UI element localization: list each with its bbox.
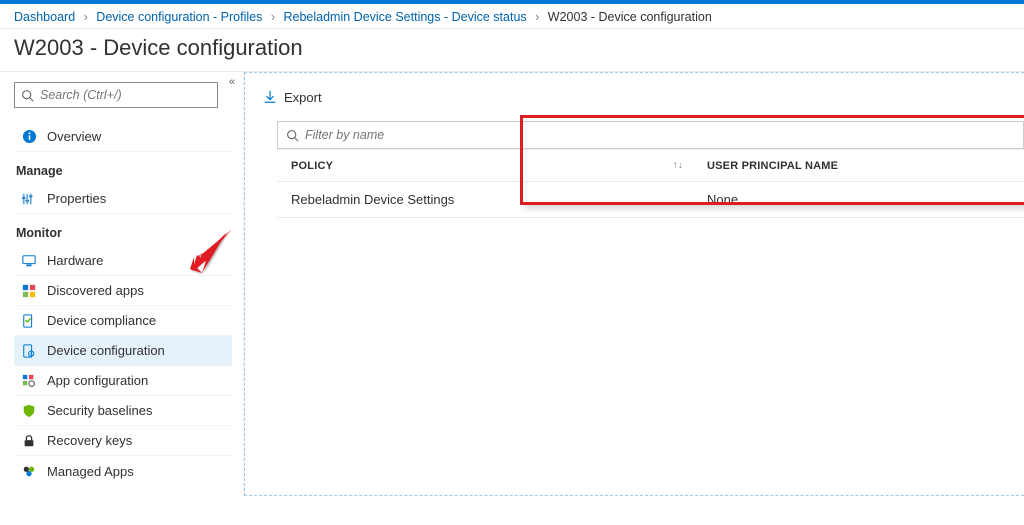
main-panel: Export POLICY ↑↓ USER PRINCIPAL NAME Reb… <box>244 72 1024 496</box>
page-title: W2003 - Device configuration <box>0 29 1024 71</box>
chevron-right-icon: › <box>271 10 275 24</box>
sidebar-item-label: Device compliance <box>47 313 156 328</box>
sidebar-group-manage: Manage <box>16 164 239 178</box>
sidebar-item-label: Properties <box>47 191 106 206</box>
sidebar-item-security-baselines[interactable]: Security baselines <box>14 396 232 426</box>
sort-icon: ↑↓ <box>673 160 683 171</box>
breadcrumb-device-status[interactable]: Rebeladmin Device Settings - Device stat… <box>283 10 526 24</box>
search-icon <box>21 89 34 102</box>
filter-box[interactable] <box>277 121 1024 149</box>
shield-icon <box>20 404 38 418</box>
app-config-icon <box>20 374 38 388</box>
download-icon <box>263 90 277 104</box>
sidebar-item-label: App configuration <box>47 373 148 388</box>
sidebar-item-hardware[interactable]: Hardware <box>14 246 232 276</box>
column-header-upn[interactable]: USER PRINCIPAL NAME <box>693 160 838 172</box>
table-header-row: POLICY ↑↓ USER PRINCIPAL NAME <box>277 150 1024 182</box>
sidebar-item-label: Device configuration <box>47 343 165 358</box>
sidebar-item-label: Recovery keys <box>47 433 132 448</box>
lock-icon <box>20 434 38 448</box>
sidebar-item-device-compliance[interactable]: Device compliance <box>14 306 232 336</box>
sidebar-item-label: Discovered apps <box>47 283 144 298</box>
export-button[interactable]: Export <box>263 90 322 105</box>
column-header-policy[interactable]: POLICY ↑↓ <box>277 160 693 172</box>
sidebar-item-app-configuration[interactable]: App configuration <box>14 366 232 396</box>
sidebar-item-label: Overview <box>47 129 101 144</box>
sidebar-item-discovered-apps[interactable]: Discovered apps <box>14 276 232 306</box>
sidebar-item-overview[interactable]: Overview <box>14 122 232 152</box>
policy-table: POLICY ↑↓ USER PRINCIPAL NAME Rebeladmin… <box>277 149 1024 218</box>
chevron-right-icon: › <box>535 10 539 24</box>
sidebar-item-label: Hardware <box>47 253 103 268</box>
export-label: Export <box>284 90 322 105</box>
sidebar-item-managed-apps[interactable]: Managed Apps <box>14 456 232 486</box>
cell-policy: Rebeladmin Device Settings <box>277 192 693 207</box>
sidebar-item-properties[interactable]: Properties <box>14 184 232 214</box>
chevron-right-icon: › <box>84 10 88 24</box>
managed-apps-icon <box>20 464 38 478</box>
breadcrumb-dashboard[interactable]: Dashboard <box>14 10 75 24</box>
breadcrumb-profiles[interactable]: Device configuration - Profiles <box>96 10 262 24</box>
table-row[interactable]: Rebeladmin Device Settings None <box>277 182 1024 218</box>
sidebar-item-recovery-keys[interactable]: Recovery keys <box>14 426 232 456</box>
filter-input[interactable] <box>305 128 1015 142</box>
compliance-icon <box>20 314 38 328</box>
breadcrumb: Dashboard › Device configuration - Profi… <box>0 4 1024 29</box>
sidebar-item-label: Managed Apps <box>47 464 134 479</box>
sidebar-search[interactable] <box>14 82 218 108</box>
sidebar-search-input[interactable] <box>40 88 211 102</box>
hardware-icon <box>20 254 38 268</box>
search-icon <box>286 129 299 142</box>
toolbar: Export <box>263 83 1024 111</box>
sidebar-item-device-configuration[interactable]: Device configuration <box>14 336 232 366</box>
cell-upn: None <box>693 192 738 207</box>
device-config-icon <box>20 344 38 358</box>
apps-icon <box>20 284 38 298</box>
sidebar: « Overview Manage Properties Monitor <box>0 72 244 496</box>
sidebar-item-label: Security baselines <box>47 403 153 418</box>
breadcrumb-current: W2003 - Device configuration <box>548 10 712 24</box>
info-icon <box>20 129 38 144</box>
sidebar-group-monitor: Monitor <box>16 226 239 240</box>
collapse-sidebar-button[interactable]: « <box>229 76 235 88</box>
properties-icon <box>20 192 38 206</box>
